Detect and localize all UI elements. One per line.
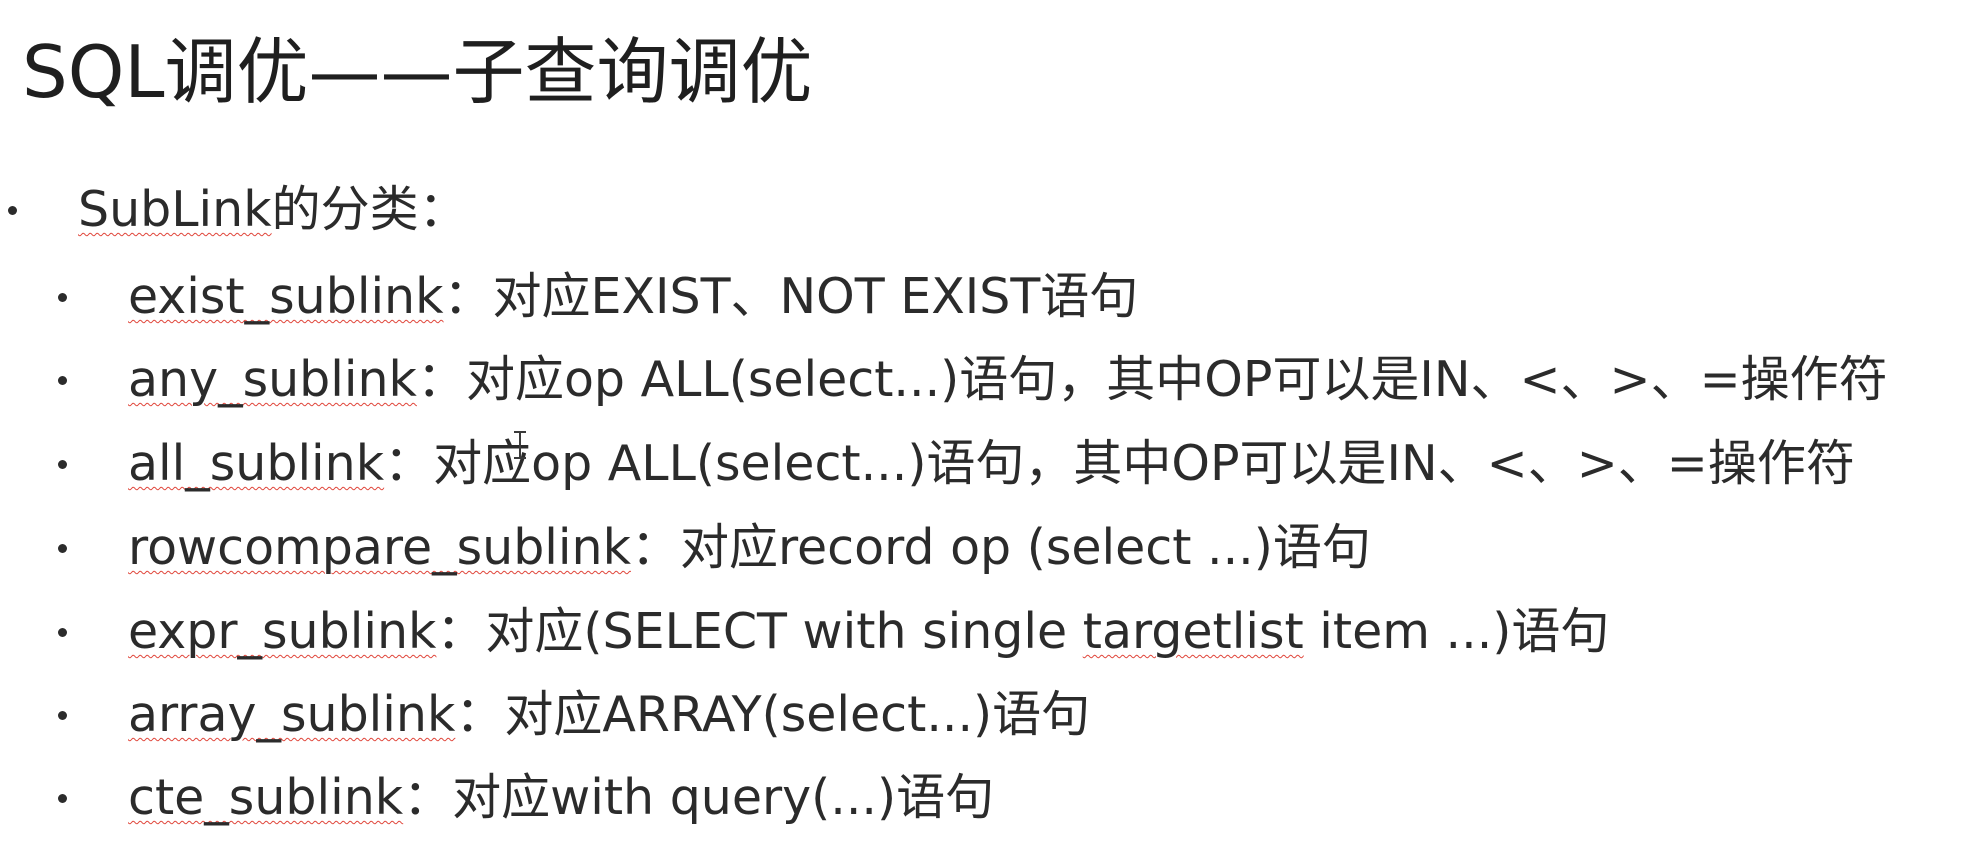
item-term: all_sublink: [128, 435, 385, 492]
item-term: array_sublink: [128, 686, 456, 743]
bullet-item-array-sublink: array_sublink ：对应ARRAY(select...)语句: [58, 673, 1090, 757]
bullet-item-exist-sublink: exist_sublink ：对应EXIST、NOT EXIST语句: [58, 255, 1138, 339]
bullet-dot-icon: [58, 627, 67, 637]
bullet-dot-icon: [58, 292, 67, 302]
bullet-item-all-sublink: all_sublink ：对应op ALL(select...)语句，其中OP可以…: [58, 422, 1855, 506]
item-term-secondary: targetlist: [1082, 603, 1304, 660]
item-text: ：对应record op (select ...)语句: [630, 519, 1371, 576]
item-text: ：对应EXIST、NOT EXIST语句: [443, 268, 1139, 325]
item-term: exist_sublink: [128, 268, 444, 325]
bullet-item-expr-sublink: expr_sublink ：对应(SELECT with single targe…: [58, 590, 1609, 674]
item-text: ：对应op ALL(select...)语句，其中OP可以是IN、<、>、=操作…: [384, 435, 1855, 492]
slide-title: SQL调优——子查询调优: [22, 30, 813, 114]
bullet-item-cte-sublink: cte_sublink ：对应with query(...)语句: [58, 756, 994, 840]
bullet-dot-icon: [58, 375, 67, 385]
bullet-dot-icon: [58, 459, 67, 469]
bullet-dot-icon: [58, 543, 67, 553]
bullet-dot-icon: [58, 793, 67, 803]
item-text: ：对应ARRAY(select...)语句: [455, 686, 1091, 743]
bullet-dot-icon: [58, 710, 67, 720]
bullet-item-any-sublink: any_sublink ：对应op ALL(select...)语句，其中OP可以…: [58, 338, 1888, 422]
item-term: cte_sublink: [128, 769, 404, 826]
item-term: rowcompare_sublink: [128, 519, 631, 576]
slide: SQL调优——子查询调优 SubLink 的分类： exist_sublink ：对…: [0, 0, 1982, 850]
item-term: any_sublink: [128, 351, 417, 408]
item-text: ：对应with query(...)语句: [403, 769, 995, 826]
item-text: ：对应(SELECT with single: [436, 603, 1083, 660]
item-term: expr_sublink: [128, 603, 437, 660]
text-cursor-icon: [514, 431, 526, 459]
bullet-dot-icon: [8, 205, 17, 215]
heading-term: SubLink: [78, 181, 272, 238]
item-text-tail: item ...)语句: [1303, 603, 1610, 660]
bullet-heading: SubLink 的分类：: [8, 168, 468, 252]
heading-text: 的分类：: [271, 181, 468, 238]
bullet-item-rowcompare-sublink: rowcompare_sublink ：对应record op (select .…: [58, 506, 1371, 590]
item-text: ：对应op ALL(select...)语句，其中OP可以是IN、<、>、=操作…: [416, 351, 1888, 408]
